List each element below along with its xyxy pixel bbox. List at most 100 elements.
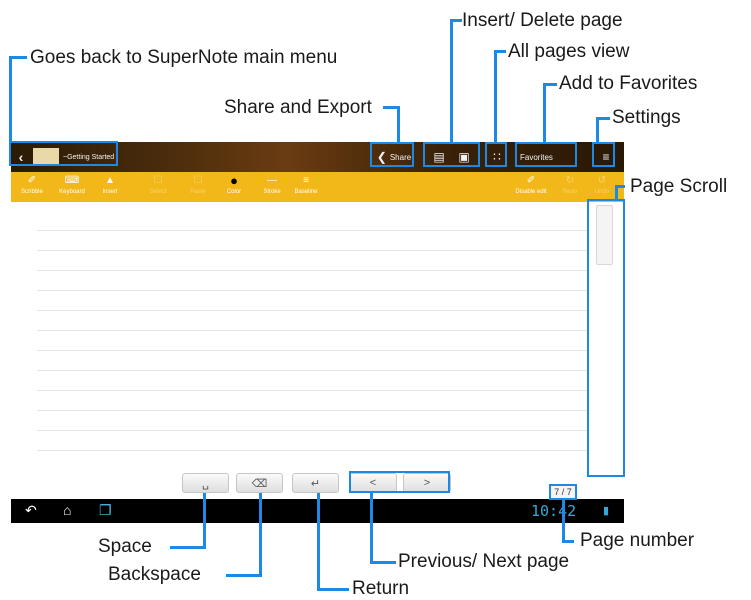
callout-backspace: Backspace [108,564,201,585]
undo-label: Undo [594,189,610,195]
scribble-label: Scribble [21,189,43,195]
paste-tool[interactable]: ☐ Paste [181,174,215,202]
disable-edit-icon: ✐ [526,175,536,186]
edit-toolbar: ✐ Scribble ⌨ Keyboard ▲ Insert ☐ Select ☐ Pas… [11,172,624,202]
space-key[interactable]: ␣ [182,473,229,493]
scribble-tool[interactable]: ✐ Scribble [15,174,49,202]
highlight-favorites [515,142,577,167]
backspace-icon: ⌫ [251,477,268,490]
ruled-line [37,310,587,311]
leader-line [543,83,557,86]
callout-page-number: Page number [580,530,695,551]
leader-line [317,588,349,591]
leader-line [370,561,396,564]
leader-line [562,500,565,542]
callout-back: Goes back to SuperNote main menu [30,47,338,68]
leader-line [170,546,206,549]
leader-line [562,540,574,543]
highlight-back [9,141,118,166]
leader-line [203,493,206,548]
select-tool[interactable]: ☐ Select [141,174,175,202]
ruled-line [37,270,587,271]
keyboard-icon: ⌨ [64,175,80,186]
undo-tool[interactable]: ↺ Undo [585,174,619,202]
ruled-line [37,430,587,431]
callout-settings: Settings [612,107,681,128]
stroke-label: Stroke [263,189,281,195]
ruled-line [37,330,587,331]
callout-all-pages: All pages view [508,41,630,62]
leader-line [494,50,506,53]
highlight-page-scroll [587,199,625,477]
leader-line [9,56,27,59]
leader-line [596,117,610,120]
space-icon: ␣ [202,477,209,490]
highlight-share [370,142,414,167]
baseline-label: Baseline [294,189,318,195]
undo-icon: ↺ [597,175,607,186]
home-icon[interactable]: ⌂ [63,502,71,518]
return-key[interactable]: ↵ [292,473,339,493]
leader-line [370,493,373,563]
redo-label: Redo [562,189,578,195]
leader-line [543,84,546,142]
leader-line [596,118,599,142]
leader-line [259,493,262,576]
leader-line [9,57,12,142]
stroke-icon: — [267,175,277,186]
backspace-key[interactable]: ⌫ [236,473,283,493]
redo-tool[interactable]: ↻ Redo [553,174,587,202]
highlight-all-pages [485,142,507,167]
highlight-insert-delete [423,142,480,167]
ruled-line [37,350,587,351]
paste-label: Paste [190,189,206,195]
recent-apps-icon[interactable]: ❐ [99,502,112,519]
leader-line [615,186,618,200]
callout-share-export: Share and Export [224,97,372,118]
ruled-line [37,290,587,291]
callout-prev-next: Previous/ Next page [398,551,570,572]
ruled-line [37,370,587,371]
ruled-line [37,230,587,231]
callout-space: Space [98,536,152,557]
stroke-tool[interactable]: — Stroke [255,174,289,202]
color-tool[interactable]: ● Color [217,174,251,202]
select-label: Select [149,189,167,195]
ruled-line [37,450,587,451]
back-icon[interactable]: ↶ [25,502,37,519]
ruled-line [37,410,587,411]
leader-line [615,185,625,188]
scribble-icon: ✐ [27,175,37,186]
disable-edit-label: Disable edit [515,189,547,195]
leader-line [494,51,497,142]
return-icon: ↵ [310,477,321,490]
leader-line [450,20,453,142]
callout-favorites: Add to Favorites [559,73,698,94]
leader-line [397,106,400,142]
select-icon: ☐ [153,175,163,186]
ruled-line [37,390,587,391]
insert-icon: ▲ [105,175,115,186]
color-label: Color [226,189,242,195]
leader-line [317,493,320,590]
baseline-tool[interactable]: ≡ Baseline [289,174,323,202]
signal-battery-icon: ▮ [603,505,610,517]
keyboard-tool[interactable]: ⌨ Keyboard [55,174,89,202]
insert-tool[interactable]: ▲ Insert [93,174,127,202]
disable-edit-tool[interactable]: ✐ Disable edit [511,174,551,202]
leader-line [450,19,462,22]
callout-insert-delete: Insert/ Delete page [462,10,623,31]
highlight-prev-next [349,471,450,493]
paste-icon: ☐ [193,175,203,186]
highlight-page-number [549,484,577,500]
baseline-icon: ≡ [303,175,309,186]
clock: 10:42 [531,502,577,520]
highlight-settings [592,142,615,167]
color-dot-icon: ● [230,173,238,188]
redo-icon: ↻ [565,175,575,186]
keyboard-label: Keyboard [59,189,85,195]
note-page[interactable] [11,202,624,490]
callout-page-scroll: Page Scroll [630,176,728,197]
ruled-line [37,250,587,251]
leader-line [226,574,262,577]
